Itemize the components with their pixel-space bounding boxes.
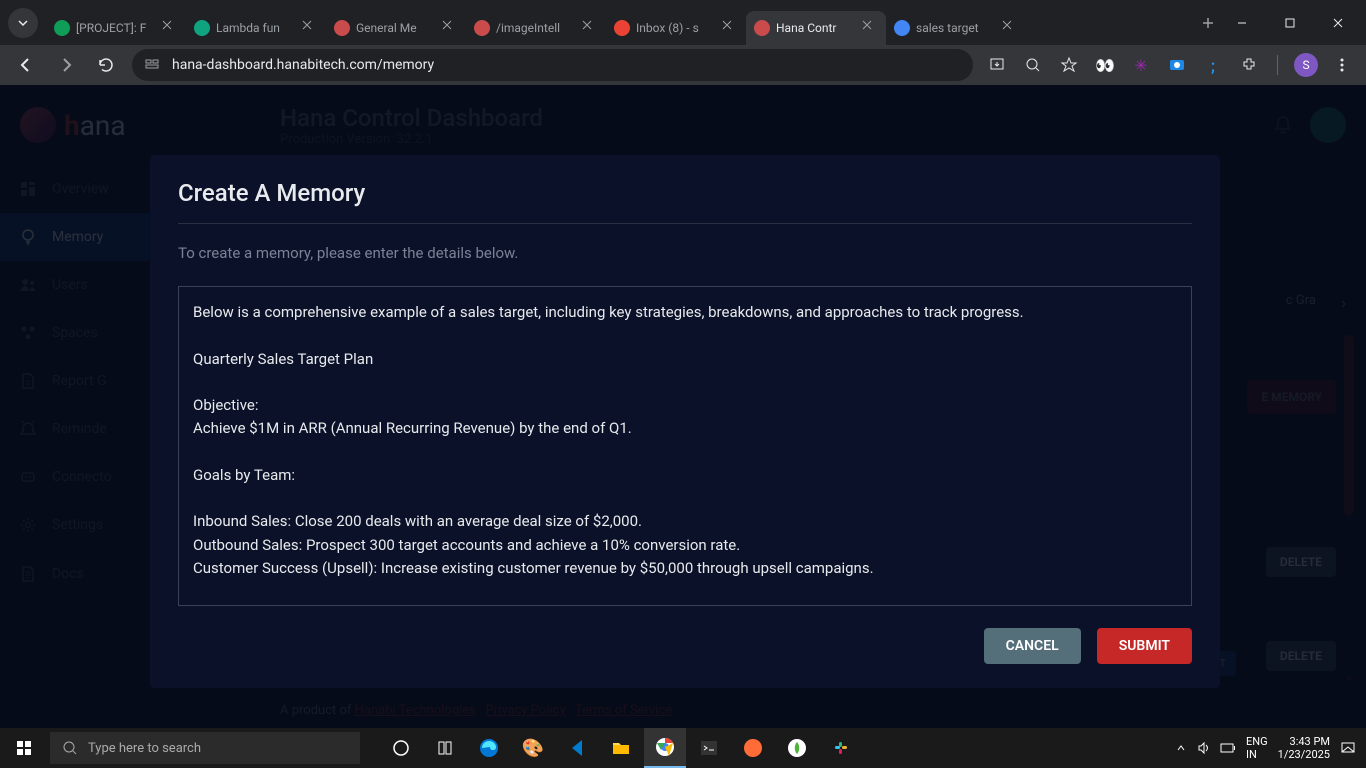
tab-favicon-icon [474,20,490,36]
tab-close-icon[interactable] [1002,20,1018,36]
explorer-icon[interactable] [600,728,642,768]
tray-lang[interactable]: ENG [1246,735,1268,748]
chrome-icon[interactable] [644,728,686,768]
tab-title: [PROJECT]: F [76,21,156,35]
tab-close-icon[interactable] [862,20,878,36]
browser-toolbar: hana-dashboard.hanabitech.com/memory 👀 ✳… [0,45,1366,85]
windows-taskbar: Type here to search 🎨 ENG IN 3:43 PM 1/2… [0,728,1366,768]
browser-tab[interactable]: General Me [326,11,466,45]
memory-content-textarea[interactable] [178,286,1192,606]
task-view-icon[interactable] [380,728,422,768]
tray-volume-icon[interactable] [1196,741,1210,755]
site-info-icon[interactable] [144,56,162,74]
tray-battery-icon[interactable] [1220,743,1236,753]
reload-button[interactable] [92,51,120,79]
tray-notifications-icon[interactable] [1340,740,1356,756]
modal-subtitle: To create a memory, please enter the det… [178,244,1192,262]
install-app-icon[interactable] [985,53,1009,77]
extensions-menu-icon[interactable] [1237,53,1261,77]
divider [178,223,1192,224]
tab-title: Lambda fun [216,21,296,35]
window-minimize[interactable] [1222,8,1262,38]
tray-time[interactable]: 3:43 PM [1278,735,1330,748]
tab-title: sales target [916,21,996,35]
zoom-icon[interactable] [1021,53,1045,77]
chrome-menu-icon[interactable] [1330,53,1354,77]
tab-close-icon[interactable] [162,20,178,36]
tab-favicon-icon [194,20,210,36]
terminal-icon[interactable] [688,728,730,768]
window-maximize[interactable] [1270,8,1310,38]
submit-button[interactable]: SUBMIT [1097,628,1192,664]
extension-j-icon[interactable]: ; [1201,53,1225,77]
tab-title: Hana Contr [776,21,856,35]
modal-title: Create A Memory [178,179,1192,207]
postman-icon[interactable] [732,728,774,768]
tab-close-icon[interactable] [302,20,318,36]
edge-icon[interactable] [468,728,510,768]
tab-favicon-icon [754,20,770,36]
tab-favicon-icon [54,20,70,36]
search-placeholder: Type here to search [88,741,201,756]
tab-title: /imageIntell [496,21,576,35]
tray-date: 1/23/2025 [1278,748,1330,761]
tab-title: General Me [356,21,436,35]
paint-icon[interactable]: 🎨 [512,728,554,768]
browser-tab[interactable]: Inbox (8) - s [606,11,746,45]
address-bar[interactable]: hana-dashboard.hanabitech.com/memory [132,49,973,81]
tab-title: Inbox (8) - s [636,21,716,35]
tray-region: IN [1246,748,1268,761]
vscode-icon[interactable] [556,728,598,768]
tab-close-icon[interactable] [582,20,598,36]
forward-button[interactable] [52,51,80,79]
back-button[interactable] [12,51,40,79]
cancel-button[interactable]: CANCEL [984,628,1081,664]
new-tab-button[interactable] [1194,9,1222,37]
mongodb-icon[interactable] [776,728,818,768]
url-text: hana-dashboard.hanabitech.com/memory [172,57,434,73]
tab-close-icon[interactable] [722,20,738,36]
tray-chevron-icon[interactable] [1176,743,1186,753]
create-memory-modal: Create A Memory To create a memory, plea… [150,155,1220,688]
profile-avatar[interactable]: S [1294,53,1318,77]
browser-tab[interactable]: Lambda fun [186,11,326,45]
extension-googly-icon[interactable]: 👀 [1093,53,1117,77]
taskbar-app-icon[interactable] [424,728,466,768]
browser-tab[interactable]: Hana Contr [746,11,886,45]
start-button[interactable] [0,728,48,768]
extension-snowflake-icon[interactable]: ✳ [1129,53,1153,77]
slack-icon[interactable] [820,728,862,768]
browser-tab-strip: [PROJECT]: F Lambda fun General Me /imag… [0,0,1366,45]
browser-tab[interactable]: [PROJECT]: F [46,11,186,45]
browser-tab[interactable]: /imageIntell [466,11,606,45]
extension-recorder-icon[interactable] [1165,53,1189,77]
search-icon [62,740,78,756]
taskbar-search[interactable]: Type here to search [50,732,360,764]
tab-favicon-icon [894,20,910,36]
browser-tab[interactable]: sales target [886,11,1026,45]
window-close[interactable] [1318,8,1358,38]
tab-close-icon[interactable] [442,20,458,36]
bookmark-icon[interactable] [1057,53,1081,77]
tab-favicon-icon [614,20,630,36]
divider [1277,55,1278,75]
tab-search-button[interactable] [8,8,38,38]
tab-favicon-icon [334,20,350,36]
